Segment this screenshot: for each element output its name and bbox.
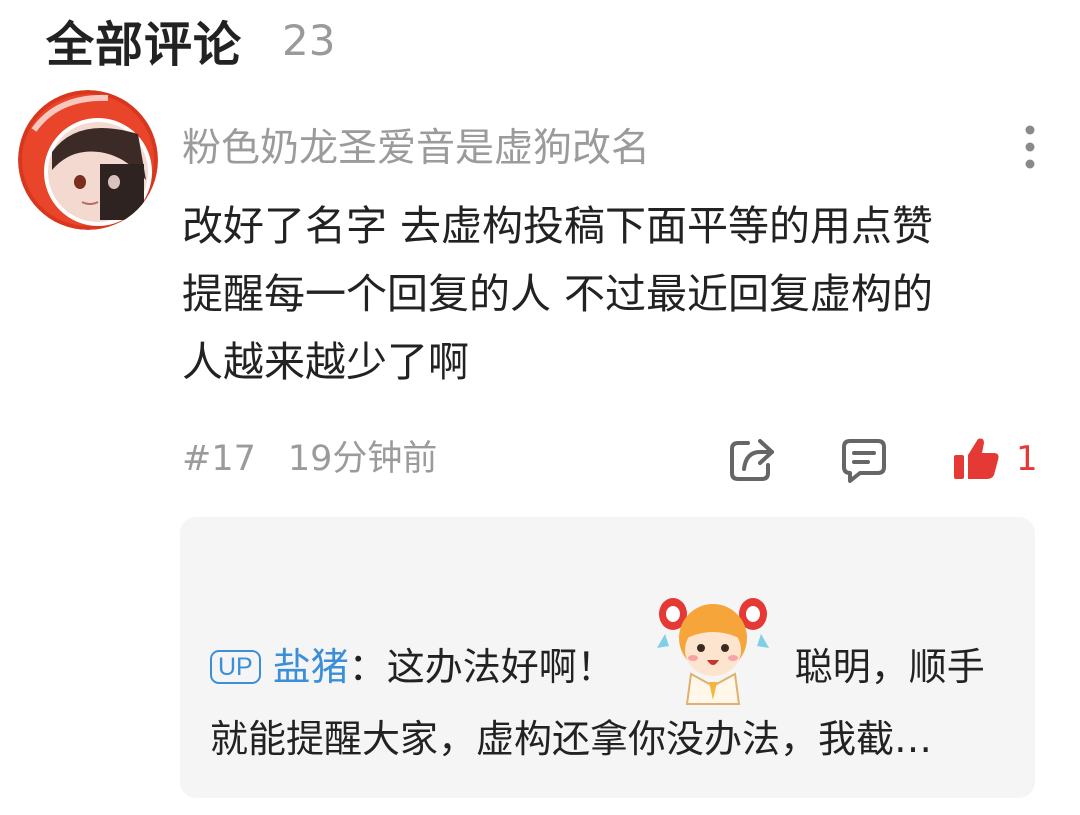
reply-icon (842, 439, 886, 483)
reply-preview[interactable]: UP 盐猪：这办法好啊！ 聪明，顺手 就能提醒大家，虚构还拿你没办法，我截… (180, 517, 1035, 798)
up-badge: UP (210, 650, 261, 684)
share-icon (730, 439, 774, 481)
anime-girl-sticker-icon (656, 598, 769, 705)
like-button[interactable]: 1 (950, 432, 1038, 486)
reply-line: UP 盐猪：这办法好啊！ 聪明，顺手 (210, 598, 985, 705)
comments-count: 23 (282, 15, 336, 65)
comment-meta: #17 19分钟前 (182, 432, 437, 486)
comment-time: 19分钟前 (287, 439, 438, 479)
comment-body: 改好了名字 去虚构投稿下面平等的用点赞 提醒每一个回复的人 不过最近回复虚构的 … (182, 192, 1022, 396)
floor-number: #17 (182, 439, 256, 479)
reply-text-line: 就能提醒大家，虚构还拿你没办法，我截… (210, 717, 933, 761)
comments-header: 全部评论 23 (46, 8, 336, 74)
like-count: 1 (1016, 439, 1038, 479)
comment-username[interactable]: 粉色奶龙圣爱音是虚狗改名 (182, 124, 650, 174)
avatar[interactable] (18, 90, 158, 230)
reply-colon: ： (348, 645, 387, 689)
reply-text: 聪明，顺手 (794, 645, 985, 689)
comment-text-line: 人越来越少了啊 (182, 338, 469, 386)
reply-text: 这办法好啊！ (386, 645, 615, 689)
reply-button[interactable] (838, 432, 890, 486)
comment-text-line: 改好了名字 去虚构投稿下面平等的用点赞 (182, 202, 934, 250)
more-vertical-icon[interactable] (1018, 124, 1042, 172)
share-button[interactable] (726, 432, 778, 486)
comment-text-line: 提醒每一个回复的人 不过最近回复虚构的 (182, 270, 934, 318)
reply-username[interactable]: 盐猪 (273, 637, 349, 697)
like-icon (954, 438, 999, 479)
comments-title: 全部评论 (46, 17, 243, 73)
